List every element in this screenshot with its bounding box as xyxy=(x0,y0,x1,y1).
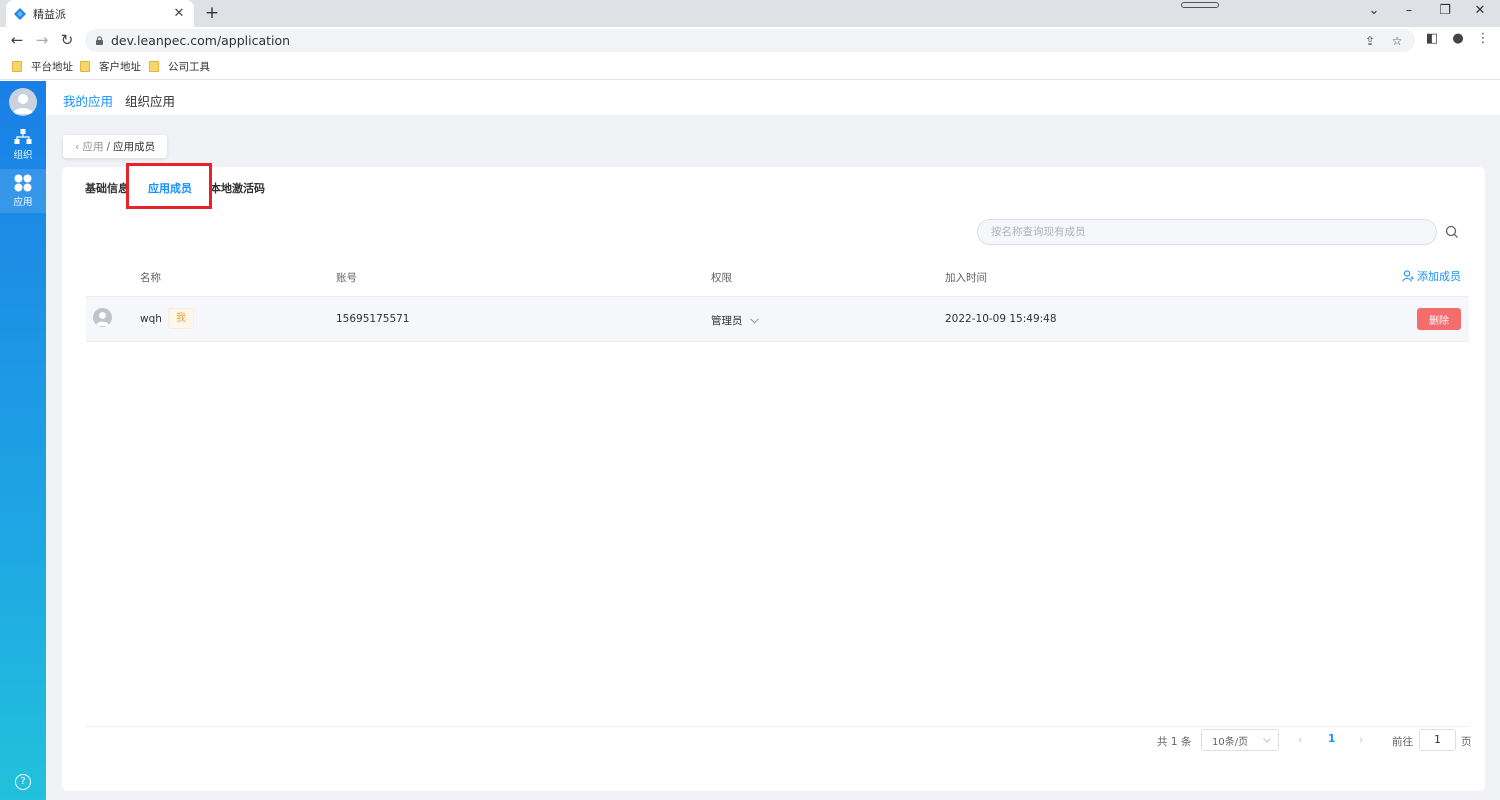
next-page-icon[interactable]: › xyxy=(1359,733,1363,746)
lock-icon xyxy=(96,36,103,45)
user-silhouette-icon xyxy=(13,94,33,114)
main-content: ‹ 应用 / 应用成员 基础信息 应用成员 本地激活码 名称 账号 权限 加入时… xyxy=(46,115,1500,800)
column-permission: 权限 xyxy=(711,272,732,284)
highlight-box xyxy=(126,163,212,209)
share-icon[interactable]: ⇪ xyxy=(1361,34,1379,48)
column-name: 名称 xyxy=(140,272,161,284)
pagination-total: 共 1 条 xyxy=(1157,735,1192,748)
bookmark-label: 客户地址 xyxy=(99,61,141,73)
chevron-down-icon xyxy=(749,317,759,324)
prev-page-icon[interactable]: ‹ xyxy=(1298,733,1302,746)
breadcrumb-back-label: 应用 xyxy=(82,141,104,153)
restore-icon[interactable]: ❐ xyxy=(1435,3,1455,18)
bookmark-company-tools[interactable]: 公司工具 xyxy=(149,59,210,74)
profile-icon[interactable]: ● xyxy=(1449,31,1467,46)
bookmark-customer[interactable]: 客户地址 xyxy=(80,59,141,74)
members-card: 基础信息 应用成员 本地激活码 名称 账号 权限 加入时间 添加成员 xyxy=(62,163,1485,791)
breadcrumb: ‹ 应用 / 应用成员 xyxy=(63,135,168,158)
goto-label: 前往 xyxy=(1392,735,1413,748)
back-arrow-icon[interactable]: ← xyxy=(7,31,27,49)
breadcrumb-current: 应用成员 xyxy=(113,141,156,153)
table-footer-divider xyxy=(86,726,1469,727)
browser-tab-title: 精益派 xyxy=(33,7,66,21)
bookmark-label: 平台地址 xyxy=(31,61,73,73)
folder-icon xyxy=(149,61,159,72)
bookmarks-bar: 平台地址 客户地址 公司工具 xyxy=(0,54,1500,80)
tab-basic-info[interactable]: 基础信息 xyxy=(85,180,129,196)
bookmark-label: 公司工具 xyxy=(168,61,210,73)
page-size-select[interactable]: 10条/页 xyxy=(1201,729,1279,751)
table-header: 名称 账号 权限 加入时间 添加成员 xyxy=(86,255,1469,297)
breadcrumb-separator: / xyxy=(106,140,111,153)
address-bar-row: ← → ↻ dev.leanpec.com/application ⇪ ☆ ◧ … xyxy=(0,27,1500,54)
member-avatar xyxy=(93,308,112,327)
minimize-icon[interactable]: – xyxy=(1399,3,1419,18)
kebab-menu-icon[interactable]: ⋮ xyxy=(1474,31,1492,46)
page-size-value: 10条/页 xyxy=(1212,736,1249,748)
reload-icon[interactable]: ↻ xyxy=(57,31,77,49)
page-suffix: 页 xyxy=(1461,735,1472,748)
member-account: 15695175571 xyxy=(336,313,410,325)
apps-grid-icon xyxy=(14,174,32,192)
tab-org-apps[interactable]: 组织应用 xyxy=(125,91,175,110)
tab-my-apps[interactable]: 我的应用 xyxy=(63,91,113,110)
search-icon[interactable] xyxy=(1444,224,1460,240)
goto-page-input[interactable] xyxy=(1419,729,1456,751)
bookmark-star-icon[interactable]: ☆ xyxy=(1388,34,1406,48)
tab-close-icon[interactable]: ✕ xyxy=(172,6,186,21)
tab-search-icon[interactable] xyxy=(1181,2,1219,8)
org-chart-icon xyxy=(14,129,32,144)
delete-member-button[interactable]: 删除 xyxy=(1417,308,1461,330)
sidebar-item-label: 组织 xyxy=(13,150,33,161)
app-logo-icon xyxy=(14,7,26,20)
bookmark-platform[interactable]: 平台地址 xyxy=(12,59,73,74)
add-member-button[interactable]: 添加成员 xyxy=(1402,268,1461,284)
member-name: wqh xyxy=(140,313,162,325)
user-avatar[interactable] xyxy=(9,88,37,116)
member-search-box xyxy=(977,219,1437,245)
url-bar[interactable]: dev.leanpec.com/application ⇪ ☆ xyxy=(85,29,1415,52)
browser-tab-strip: 精益派 ✕ + ⌄ – ❐ ✕ xyxy=(0,0,1500,27)
help-icon[interactable]: ? xyxy=(15,774,31,790)
forward-arrow-icon[interactable]: → xyxy=(32,31,52,49)
current-page-number[interactable]: 1 xyxy=(1328,733,1335,745)
tab-local-activation-code[interactable]: 本地激活码 xyxy=(210,180,265,196)
sidebar-item-apps[interactable]: 应用 xyxy=(0,169,46,213)
new-tab-icon[interactable]: + xyxy=(203,3,221,23)
sidebar-item-label: 应用 xyxy=(13,197,33,208)
left-sidebar: 组织 应用 ? xyxy=(0,81,46,800)
column-account: 账号 xyxy=(336,272,357,284)
url-text: dev.leanpec.com/application xyxy=(111,33,291,48)
add-member-label: 添加成员 xyxy=(1417,270,1461,283)
side-panel-icon[interactable]: ◧ xyxy=(1423,31,1441,46)
table-row: wqh 我 15695175571 管理员 2022-10-09 15:49:4… xyxy=(86,297,1469,342)
add-user-icon xyxy=(1402,270,1414,282)
app-header: 我的应用 组织应用 xyxy=(46,81,1500,115)
chevron-down-icon[interactable]: ⌄ xyxy=(1364,3,1384,18)
breadcrumb-back[interactable]: ‹ 应用 xyxy=(75,139,104,154)
chevron-down-icon xyxy=(1263,738,1271,743)
me-badge: 我 xyxy=(168,308,194,329)
column-joined: 加入时间 xyxy=(945,272,987,284)
folder-icon xyxy=(12,61,22,72)
folder-icon xyxy=(80,61,90,72)
member-search-input[interactable] xyxy=(991,226,1436,238)
member-joined-time: 2022-10-09 15:49:48 xyxy=(945,313,1057,325)
role-value: 管理员 xyxy=(711,315,743,327)
browser-tab[interactable]: 精益派 ✕ xyxy=(6,0,194,27)
window-close-icon[interactable]: ✕ xyxy=(1470,3,1490,18)
sidebar-item-org[interactable]: 组织 xyxy=(0,123,46,167)
role-select[interactable]: 管理员 xyxy=(711,313,759,328)
user-silhouette-icon xyxy=(96,312,109,326)
